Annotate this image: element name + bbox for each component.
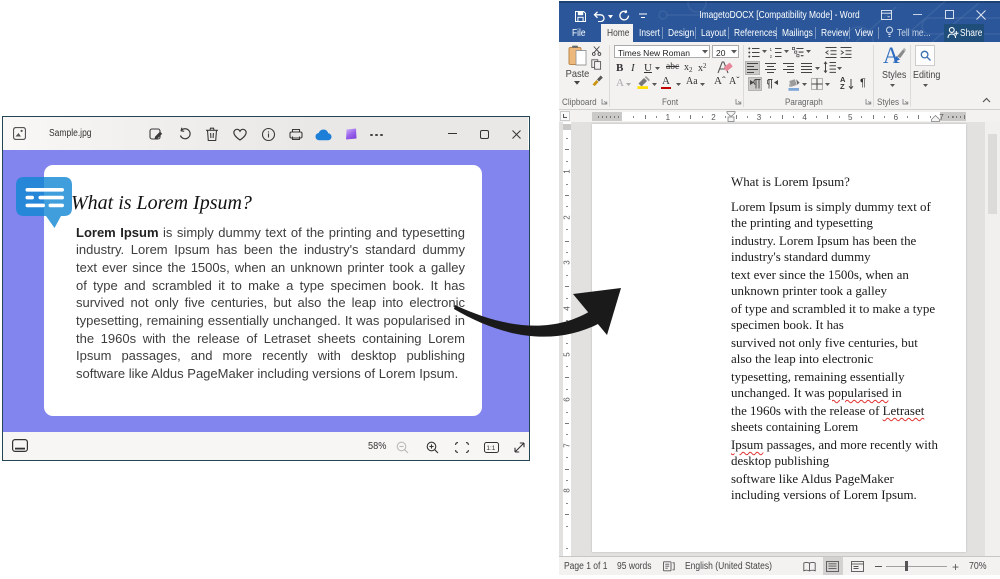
svg-text:2: 2 [770, 54, 773, 58]
svg-text:1:1: 1:1 [486, 445, 495, 452]
svg-text:1: 1 [770, 47, 773, 52]
